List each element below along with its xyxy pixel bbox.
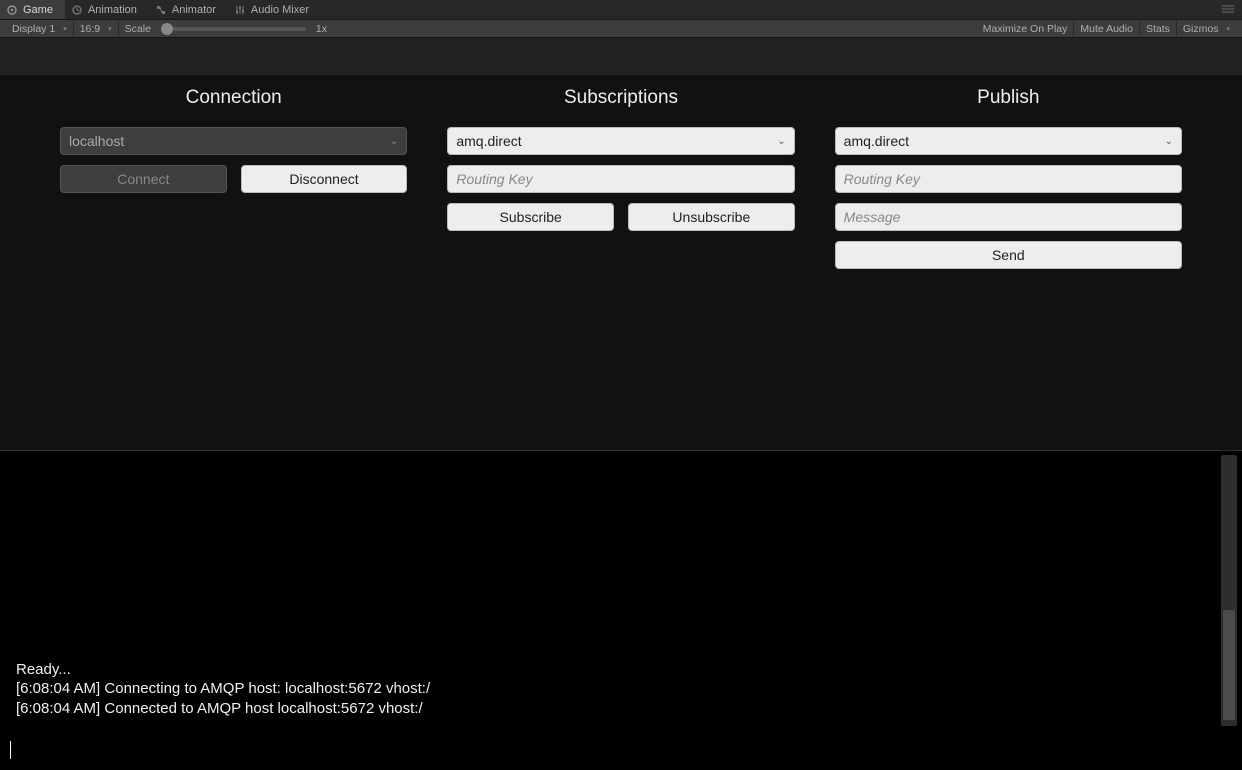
unsubscribe-label: Unsubscribe	[672, 209, 750, 225]
scale-value: 1x	[316, 23, 327, 35]
subscriptions-panel: Subscriptions amq.direct ⌄ Subscribe Uns…	[447, 87, 794, 269]
game-options-bar: Display 1 ▾ 16:9 ▾ Scale 1x Maximize On …	[0, 20, 1242, 38]
connection-panel: Connection localhost ⌄ Connect Disconnec…	[60, 87, 407, 269]
tab-label: Animation	[88, 4, 137, 16]
publish-title: Publish	[977, 87, 1039, 109]
animation-icon	[71, 4, 83, 16]
chevron-down-icon: ▾	[108, 25, 112, 33]
tab-animation[interactable]: Animation	[65, 0, 149, 19]
log-output: Ready... [6:08:04 AM] Connecting to AMQP…	[16, 660, 430, 719]
tab-game[interactable]: Game	[0, 0, 65, 19]
subscription-exchange-dropdown[interactable]: amq.direct ⌄	[447, 127, 794, 155]
chevron-down-icon: ⌄	[1165, 136, 1173, 147]
tab-label: Audio Mixer	[251, 4, 309, 16]
console-input[interactable]	[0, 730, 1242, 770]
scale-label: Scale	[125, 23, 151, 35]
chevron-down-icon: ▾	[1226, 25, 1230, 33]
tab-animator[interactable]: Animator	[149, 0, 228, 19]
audio-mixer-icon	[234, 4, 246, 16]
mute-label: Mute Audio	[1080, 23, 1133, 35]
stats-toggle[interactable]: Stats	[1140, 20, 1177, 37]
connect-label: Connect	[117, 171, 169, 187]
host-value: localhost	[69, 133, 124, 149]
publish-exchange-dropdown[interactable]: amq.direct ⌄	[835, 127, 1182, 155]
aspect-label: 16:9	[80, 23, 100, 35]
unsubscribe-button[interactable]: Unsubscribe	[628, 203, 795, 231]
maximize-label: Maximize On Play	[983, 23, 1068, 35]
stats-label: Stats	[1146, 23, 1170, 35]
mute-audio-toggle[interactable]: Mute Audio	[1074, 20, 1140, 37]
display-label: Display 1	[12, 23, 55, 35]
disconnect-label: Disconnect	[289, 171, 358, 187]
slider-thumb[interactable]	[161, 23, 173, 35]
subscriptions-title: Subscriptions	[564, 87, 678, 109]
chevron-down-icon: ⌄	[777, 136, 785, 147]
send-button[interactable]: Send	[835, 241, 1182, 269]
panel-menu-icon[interactable]	[1222, 4, 1242, 16]
log-line: Ready...	[16, 660, 430, 680]
tab-label: Animator	[172, 4, 216, 16]
game-view-header	[0, 38, 1242, 75]
scale-control: Scale 1x	[119, 20, 333, 37]
log-line: [6:08:04 AM] Connecting to AMQP host: lo…	[16, 679, 430, 699]
publish-routing-key-input[interactable]	[835, 165, 1182, 193]
maximize-on-play-toggle[interactable]: Maximize On Play	[977, 20, 1075, 37]
animator-icon	[155, 4, 167, 16]
display-dropdown[interactable]: Display 1 ▾	[6, 20, 74, 37]
connection-title: Connection	[186, 87, 282, 109]
log-panel: Ready... [6:08:04 AM] Connecting to AMQP…	[0, 450, 1242, 730]
subscribe-label: Subscribe	[500, 209, 562, 225]
chevron-down-icon: ▾	[63, 25, 67, 33]
host-dropdown[interactable]: localhost ⌄	[60, 127, 407, 155]
log-scrollbar[interactable]	[1221, 455, 1237, 726]
exchange-value: amq.direct	[844, 133, 909, 149]
publish-panel: Publish amq.direct ⌄ Send	[835, 87, 1182, 269]
publish-message-input[interactable]	[835, 203, 1182, 231]
game-view: Connection localhost ⌄ Connect Disconnec…	[0, 75, 1242, 450]
log-line: [6:08:04 AM] Connected to AMQP host loca…	[16, 699, 430, 719]
tab-audio-mixer[interactable]: Audio Mixer	[228, 0, 321, 19]
tab-bar: Game Animation Animator Audio Mixer	[0, 0, 1242, 20]
game-icon	[6, 4, 18, 16]
scrollbar-thumb[interactable]	[1223, 610, 1235, 720]
tab-label: Game	[23, 4, 53, 16]
scale-slider[interactable]	[161, 27, 306, 31]
exchange-value: amq.direct	[456, 133, 521, 149]
text-caret	[10, 741, 11, 759]
subscribe-button[interactable]: Subscribe	[447, 203, 614, 231]
send-label: Send	[992, 247, 1025, 263]
aspect-dropdown[interactable]: 16:9 ▾	[74, 20, 119, 37]
gizmos-label: Gizmos	[1183, 23, 1219, 35]
chevron-down-icon: ⌄	[390, 136, 398, 147]
connect-button[interactable]: Connect	[60, 165, 227, 193]
gizmos-dropdown[interactable]: Gizmos ▾	[1177, 20, 1236, 37]
disconnect-button[interactable]: Disconnect	[241, 165, 408, 193]
subscription-routing-key-input[interactable]	[447, 165, 794, 193]
